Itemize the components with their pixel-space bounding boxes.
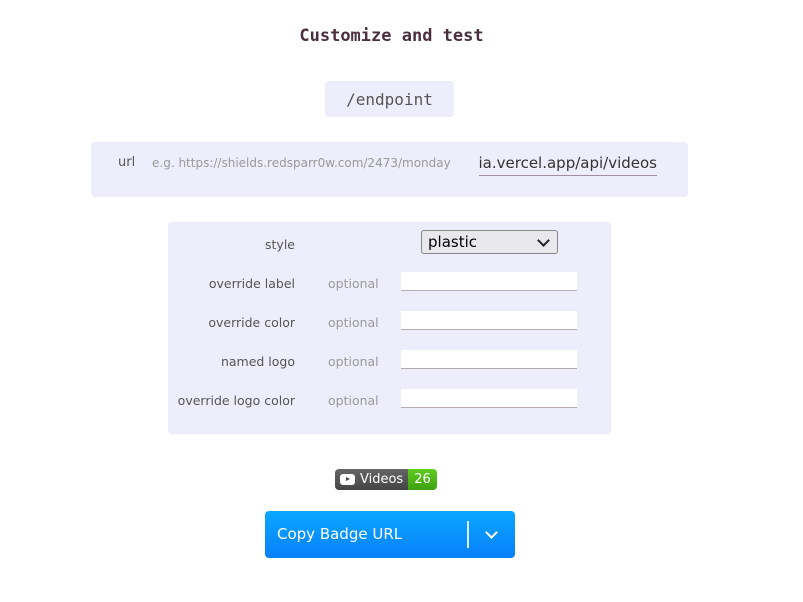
url-field-row: url e.g. https://shields.redsparr0w.com/… (91, 142, 688, 197)
endpoint-path: /endpoint (325, 81, 454, 117)
badge-label: Videos (360, 472, 404, 487)
badge-preview: Videos 26 (335, 469, 437, 490)
override-logo-color-optional: optional (328, 393, 379, 408)
url-example-text: e.g. https://shields.redsparr0w.com/2473… (152, 156, 451, 170)
button-divider (467, 521, 469, 548)
badge-label-section: Videos (335, 469, 409, 490)
query-params-panel: style plastic override label optional ov… (168, 222, 611, 434)
override-color-label: override color (208, 315, 295, 330)
named-logo-label: named logo (220, 354, 295, 369)
badge-message-section: 26 (408, 469, 437, 490)
customize-panel: Customize and test /endpoint url e.g. ht… (0, 0, 803, 602)
badge-message: 26 (414, 472, 431, 487)
override-label-input[interactable] (401, 272, 577, 291)
chevron-down-icon[interactable] (485, 526, 498, 539)
page-title: Customize and test (299, 26, 484, 46)
style-label: style (265, 237, 295, 252)
named-logo-optional: optional (328, 354, 379, 369)
copy-badge-url-label: Copy Badge URL (277, 525, 403, 543)
style-select-value: plastic (428, 233, 477, 251)
copy-badge-url-button[interactable]: Copy Badge URL (265, 511, 515, 558)
url-label: url (118, 155, 136, 170)
named-logo-input[interactable] (401, 350, 577, 369)
override-color-input[interactable] (401, 311, 577, 330)
override-color-optional: optional (328, 315, 379, 330)
chevron-down-icon (537, 233, 550, 247)
override-label-optional: optional (328, 276, 379, 291)
override-label-label: override label (208, 276, 295, 291)
override-logo-color-label: override logo color (177, 393, 295, 408)
override-logo-color-input[interactable] (401, 389, 577, 408)
style-select[interactable]: plastic (421, 230, 558, 254)
url-input[interactable] (479, 151, 657, 176)
youtube-icon (340, 474, 355, 485)
